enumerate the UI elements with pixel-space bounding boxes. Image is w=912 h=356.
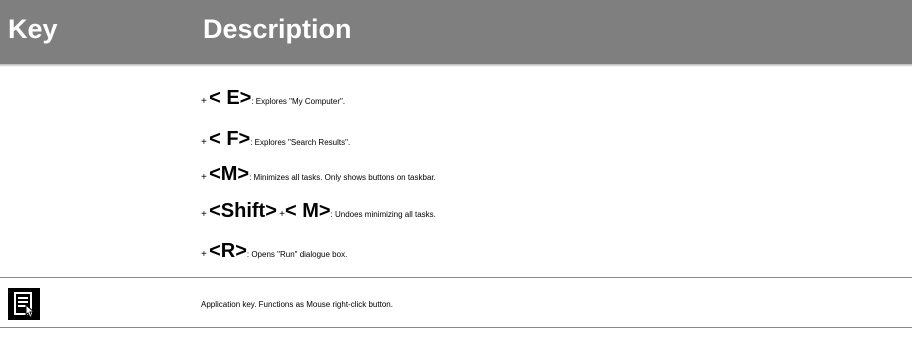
row-divider bbox=[0, 327, 912, 328]
application-key-icon bbox=[8, 288, 40, 320]
combo-description: : Opens "Run" dialogue box. bbox=[246, 250, 348, 259]
key-column-header: Key bbox=[8, 14, 58, 44]
plus-sign: + bbox=[201, 137, 207, 148]
key-r: <R> bbox=[209, 240, 247, 262]
row-divider bbox=[0, 277, 912, 278]
combo-row-e: + < E>: Explores "My Computer". bbox=[201, 88, 345, 108]
key-f: < F> bbox=[209, 128, 251, 150]
plus-sign: + bbox=[201, 209, 207, 220]
combo-description: : Undoes minimizing all tasks. bbox=[330, 210, 436, 219]
plus-sign: + bbox=[201, 96, 207, 107]
combo-description: : Explores "My Computer". bbox=[251, 97, 346, 106]
header-shadow bbox=[0, 64, 912, 67]
key-shift: <Shift> bbox=[209, 200, 277, 222]
plus-sign: + bbox=[201, 172, 207, 183]
key-e: < E> bbox=[209, 87, 252, 109]
table-header: Key Description bbox=[0, 0, 912, 64]
combo-row-m: + <M>: Minimizes all tasks. Only shows b… bbox=[201, 164, 436, 184]
combo-description: : Minimizes all tasks. Only shows button… bbox=[249, 173, 436, 182]
combo-row-shift-m: + <Shift> +< M>: Undoes minimizing all t… bbox=[201, 201, 436, 221]
application-key-description: Application key. Functions as Mouse righ… bbox=[201, 300, 393, 309]
combo-row-f: + < F>: Explores "Search Results". bbox=[201, 129, 350, 149]
combo-row-r: + <R>: Opens "Run" dialogue box. bbox=[201, 241, 347, 261]
key-m: < M> bbox=[284, 200, 331, 222]
key-m: <M> bbox=[209, 163, 250, 185]
description-column-header: Description bbox=[203, 14, 352, 44]
plus-sign: + bbox=[201, 249, 207, 260]
combo-description: : Explores "Search Results". bbox=[250, 138, 351, 147]
